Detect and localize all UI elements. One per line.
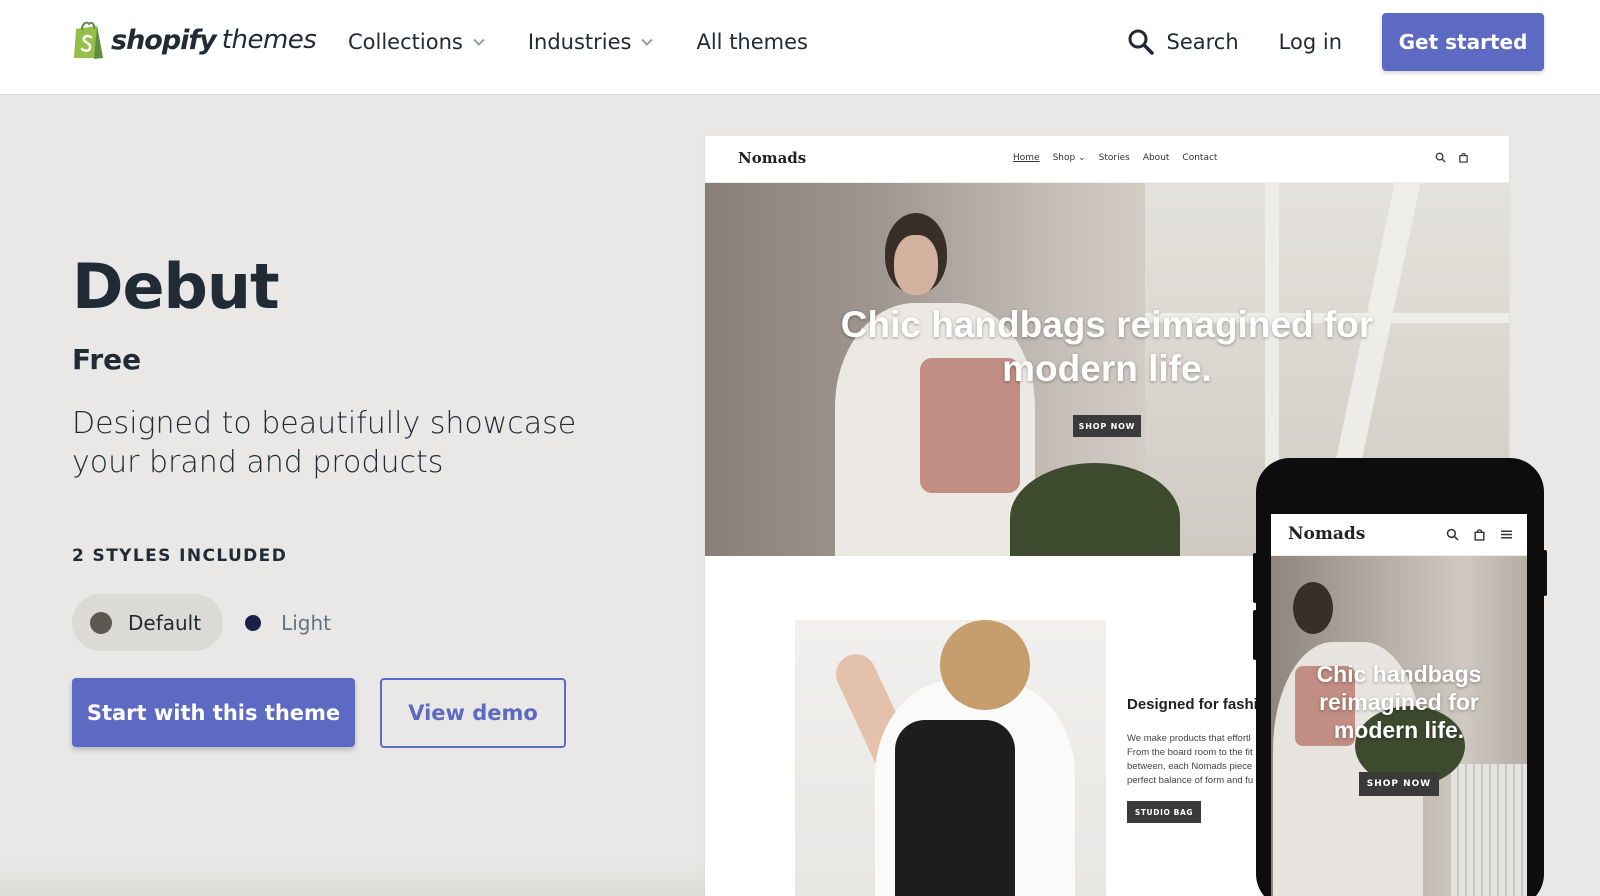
preview-feature-text: We make products that effortl From the b…: [1127, 733, 1254, 786]
header-actions: Search Log in Get started: [1127, 13, 1544, 71]
theme-price: Free: [72, 343, 142, 376]
style-option-light[interactable]: Light: [227, 594, 353, 651]
nav-industries[interactable]: Industries: [528, 30, 655, 54]
search-label: Search: [1166, 30, 1239, 54]
preview-nav-about: About: [1142, 153, 1170, 163]
style-option-default[interactable]: Default: [72, 594, 224, 651]
search-link[interactable]: Search: [1127, 28, 1239, 56]
preview-nav-home: Home: [1013, 153, 1040, 163]
mobile-preview: Nomads Chic handbags reimagined for mode…: [1253, 458, 1547, 896]
logo-brand-text: shopify: [111, 24, 217, 56]
mobile-screen: Nomads Chic handbags reimagined for mode…: [1271, 514, 1527, 896]
style-swatch-light: [245, 614, 262, 631]
preview-feature-image: [795, 620, 1106, 896]
style-label-default: Default: [128, 610, 202, 635]
feature-backpack: [895, 720, 1015, 896]
phone-side-button: [1253, 610, 1257, 660]
nav-all-themes-label: All themes: [696, 30, 808, 54]
mobile-hero-model-hair: [1293, 582, 1333, 634]
preview-nav-links: Home Shop ⌄ Stories About Contact: [1013, 153, 1230, 163]
chevron-down-icon: [641, 38, 654, 46]
logo-suffix-text: themes: [221, 25, 317, 55]
main-nav: Collections Industries All themes: [348, 0, 850, 84]
mobile-preview-brand: Nomads: [1288, 524, 1366, 544]
preview-shop-now-button: SHOP NOW: [1073, 415, 1141, 437]
menu-icon: [1501, 530, 1512, 539]
search-icon: [1446, 528, 1459, 541]
search-icon: [1435, 152, 1446, 163]
feature-model-hair: [940, 620, 1030, 710]
preview-hero-title: Chic handbags reimagined for modern life…: [840, 304, 1374, 389]
mobile-preview-nav: Nomads: [1271, 514, 1527, 556]
mobile-preview-hero: Chic handbags reimagined for modern life…: [1271, 556, 1527, 896]
theme-description: Designed to beautifully showcase your br…: [72, 406, 577, 480]
styles-heading: 2 STYLES INCLUDED: [72, 546, 288, 566]
theme-title: Debut: [72, 250, 280, 323]
nav-all-themes[interactable]: All themes: [696, 30, 808, 54]
cart-icon: [1474, 529, 1485, 541]
mobile-preview-hero-title: Chic handbags reimagined for modern life…: [1316, 661, 1482, 743]
nav-collections[interactable]: Collections: [348, 30, 486, 54]
mobile-hero-radiator: [1451, 764, 1527, 896]
style-label-light: Light: [281, 610, 331, 635]
phone-side-button: [1253, 553, 1257, 603]
preview-nav-contact: Contact: [1182, 153, 1218, 163]
style-swatch-default: [90, 611, 112, 634]
cart-icon: [1459, 153, 1468, 163]
preview-nav-stories: Stories: [1098, 153, 1130, 163]
bottom-shade: [0, 860, 705, 896]
phone-side-button: [1543, 550, 1547, 596]
search-icon: [1128, 29, 1154, 55]
mobile-preview-shop-now-button: SHOP NOW: [1359, 772, 1439, 796]
style-selector: Default Light: [72, 594, 353, 651]
shopify-themes-logo[interactable]: shopify themes: [72, 20, 317, 60]
start-with-theme-button[interactable]: Start with this theme: [72, 678, 355, 747]
site-header: shopify themes Collections Industries Al…: [0, 0, 1600, 95]
mobile-preview-icons: [1432, 528, 1513, 541]
shopify-bag-icon: [72, 20, 106, 60]
hero-model-face: [894, 235, 938, 295]
login-link[interactable]: Log in: [1279, 30, 1342, 54]
nav-collections-label: Collections: [348, 30, 463, 54]
get-started-button[interactable]: Get started: [1382, 13, 1544, 71]
view-demo-button[interactable]: View demo: [380, 678, 566, 748]
chevron-down-icon: [473, 38, 485, 46]
preview-nav: Nomads Home Shop ⌄ Stories About Contact: [705, 136, 1509, 183]
preview-nav-shop: Shop ⌄: [1052, 153, 1086, 163]
preview-brand: Nomads: [738, 149, 807, 167]
preview-feature-title: Designed for fashi: [1127, 696, 1258, 713]
nav-industries-label: Industries: [527, 30, 632, 54]
preview-studio-bag-button: STUDIO BAG: [1127, 801, 1201, 823]
preview-nav-icons: [1423, 152, 1469, 163]
